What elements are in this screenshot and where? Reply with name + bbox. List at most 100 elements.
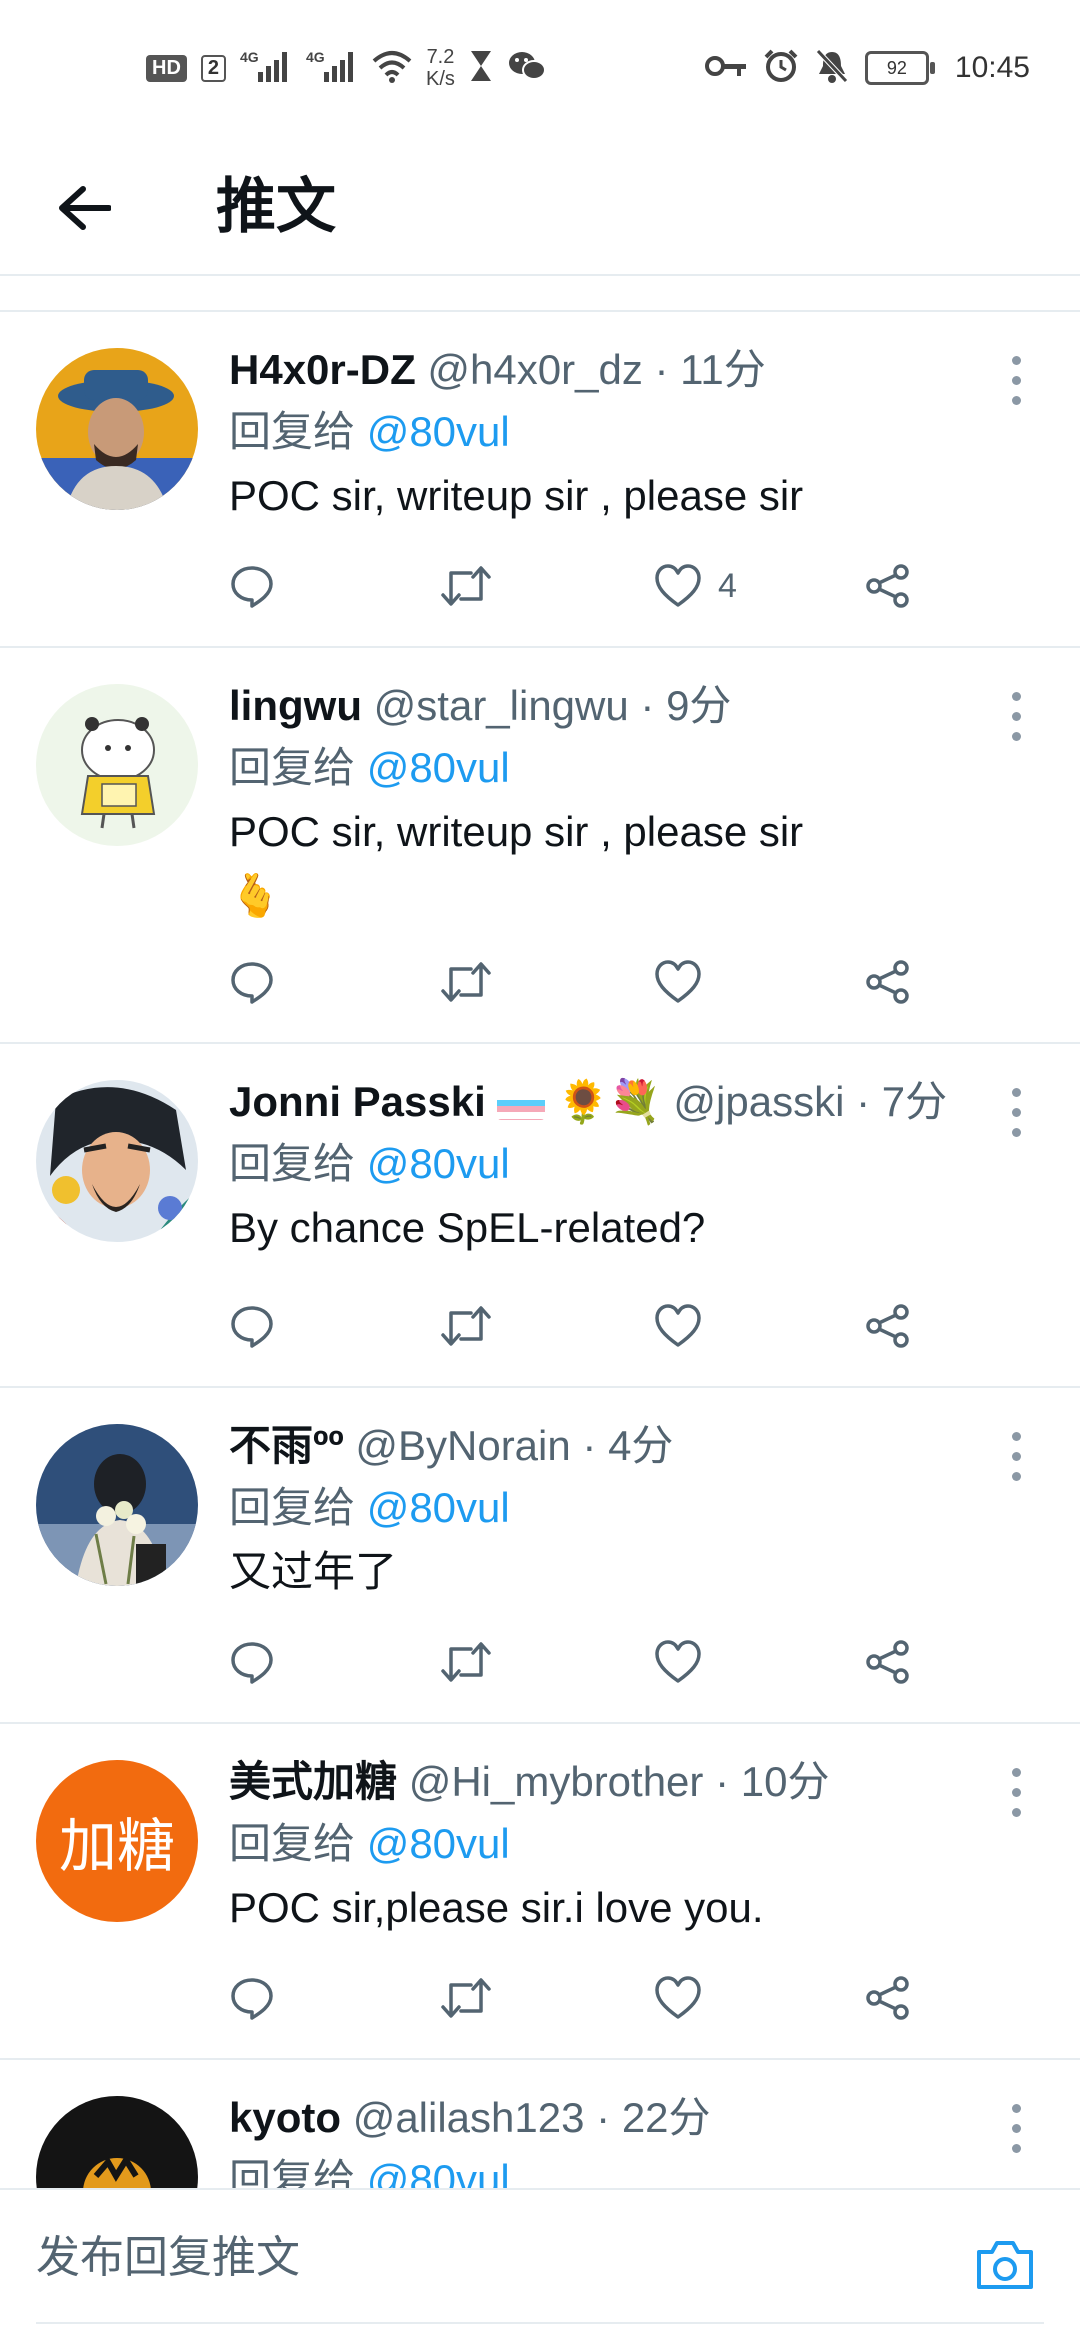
reply-button[interactable] xyxy=(229,556,275,616)
more-options-button[interactable] xyxy=(996,2098,1036,2158)
handle[interactable]: @jpasski xyxy=(673,1078,844,1125)
avatar[interactable] xyxy=(36,348,198,510)
dot-icon xyxy=(1011,1127,1021,1137)
retweet-button[interactable] xyxy=(439,556,493,616)
share-button[interactable] xyxy=(865,1296,911,1356)
like-button[interactable] xyxy=(654,1632,702,1692)
comment-icon xyxy=(231,1642,273,1684)
share-icon xyxy=(866,960,909,1004)
retweet-button[interactable] xyxy=(439,1632,493,1692)
action-bar xyxy=(229,1296,949,1356)
timestamp: 4分 xyxy=(608,1422,674,1469)
separator: · xyxy=(582,1422,597,1469)
share-button[interactable] xyxy=(865,952,911,1012)
reply-context: 回复给 @80vul xyxy=(229,2148,970,2188)
avatar-text: 加糖 xyxy=(58,1812,175,1880)
reply-context: 回复给 @80vul xyxy=(229,400,970,464)
tweet-body: Jonni Passki 🌻💐 @jpasski · 7分 回复给 @80vul… xyxy=(229,1072,970,1260)
handle[interactable]: @h4x0r_dz xyxy=(427,346,642,393)
avatar[interactable]: 加糖 xyxy=(36,1760,198,1922)
mention-link[interactable]: @80vul xyxy=(367,744,510,791)
tweet-text: By chance SpEL-related? xyxy=(229,1204,706,1251)
sim-badge: 2 xyxy=(200,54,227,82)
display-name[interactable]: lingwu xyxy=(229,682,362,729)
like-button[interactable] xyxy=(654,1296,702,1356)
separator: · xyxy=(640,682,655,729)
display-name[interactable]: kyoto xyxy=(229,2094,341,2141)
avatar[interactable] xyxy=(36,2096,198,2188)
hourglass-icon xyxy=(469,49,493,88)
action-bar xyxy=(229,1968,949,2028)
reply-tweet[interactable]: 不雨ºº @ByNorain · 4分 回复给 @80vul 又过年了 xyxy=(0,1388,1080,1724)
retweet-icon xyxy=(441,1978,491,2018)
retweet-button[interactable] xyxy=(439,1296,493,1356)
avatar[interactable] xyxy=(36,1424,198,1586)
reply-tweet[interactable]: H4x0r-DZ @h4x0r_dz · 11分 回复给 @80vul POC … xyxy=(0,312,1080,648)
more-options-button[interactable] xyxy=(996,1426,1036,1486)
dot-icon xyxy=(1011,2123,1021,2133)
name-line: kyoto @alilash123 · 22分 xyxy=(229,2088,970,2148)
reply-prefix: 回复给 xyxy=(229,2156,356,2188)
mention-link[interactable]: @80vul xyxy=(367,408,510,455)
wechat-icon xyxy=(507,49,547,88)
display-name[interactable]: 不雨ºº xyxy=(229,1422,344,1469)
reply-button[interactable] xyxy=(229,952,275,1012)
camera-icon xyxy=(977,2241,1033,2289)
reply-input[interactable]: 发布回复推文 xyxy=(36,2226,300,2290)
name-line: H4x0r-DZ @h4x0r_dz · 11分 xyxy=(229,340,970,400)
timestamp: 9分 xyxy=(666,682,732,729)
mention-link[interactable]: @80vul xyxy=(367,1140,510,1187)
reply-composer: 发布回复推文 xyxy=(0,2188,1080,2342)
reply-context: 回复给 @80vul xyxy=(229,1132,970,1196)
reply-list[interactable]: H4x0r-DZ @h4x0r_dz · 11分 回复给 @80vul POC … xyxy=(0,312,1080,2188)
reply-tweet[interactable]: kyoto @alilash123 · 22分 回复给 @80vul xyxy=(0,2060,1080,2188)
mention-link[interactable]: @80vul xyxy=(367,2156,510,2188)
reply-prefix: 回复给 xyxy=(229,1140,356,1187)
reply-prefix: 回复给 xyxy=(229,408,356,455)
display-name[interactable]: 美式加糖 xyxy=(229,1758,397,1805)
reply-tweet[interactable]: lingwu @star_lingwu · 9分 回复给 @80vul POC … xyxy=(0,648,1080,1044)
status-right: 92 10:45 xyxy=(704,40,1030,96)
reply-tweet[interactable]: 加糖 美式加糖 @Hi_mybrother · 10分 回复给 @80vul P… xyxy=(0,1724,1080,2060)
key-icon xyxy=(704,53,747,84)
more-options-button[interactable] xyxy=(996,1762,1036,1822)
reply-tweet[interactable]: Jonni Passki 🌻💐 @jpasski · 7分 回复给 @80vul… xyxy=(0,1044,1080,1388)
handle[interactable]: @alilash123 xyxy=(353,2094,585,2141)
like-button[interactable] xyxy=(654,1968,702,2028)
tweet-text-emoji: 🫰 xyxy=(229,871,282,920)
display-name[interactable]: H4x0r-DZ xyxy=(229,346,416,393)
like-button[interactable] xyxy=(654,952,702,1012)
more-options-button[interactable] xyxy=(996,1082,1036,1142)
share-icon xyxy=(866,564,909,608)
dot-icon xyxy=(1011,1431,1021,1441)
handle[interactable]: @ByNorain xyxy=(355,1422,570,1469)
dot-icon xyxy=(1011,1471,1021,1481)
heart-icon xyxy=(655,564,701,607)
camera-button[interactable] xyxy=(970,2230,1040,2300)
retweet-button[interactable] xyxy=(439,1968,493,2028)
alarm-icon xyxy=(763,48,799,89)
dot-icon xyxy=(1011,1107,1021,1117)
reply-button[interactable] xyxy=(229,1632,275,1692)
handle[interactable]: @Hi_mybrother xyxy=(409,1758,704,1805)
more-options-button[interactable] xyxy=(996,350,1036,410)
battery-indicator: 92 xyxy=(864,51,935,85)
mention-link[interactable]: @80vul xyxy=(367,1484,510,1531)
retweet-button[interactable] xyxy=(439,952,493,1012)
display-name[interactable]: Jonni Passki xyxy=(229,1078,486,1125)
more-options-button[interactable] xyxy=(996,686,1036,746)
avatar[interactable] xyxy=(36,684,198,846)
reply-prefix: 回复给 xyxy=(229,1820,356,1867)
reply-button[interactable] xyxy=(229,1296,275,1356)
share-button[interactable] xyxy=(865,556,911,616)
share-icon xyxy=(866,1976,909,2020)
mention-link[interactable]: @80vul xyxy=(367,1820,510,1867)
like-count: 4 xyxy=(718,566,737,605)
back-button[interactable] xyxy=(44,168,124,248)
like-button[interactable]: 4 xyxy=(654,556,737,616)
reply-button[interactable] xyxy=(229,1968,275,2028)
share-button[interactable] xyxy=(865,1632,911,1692)
share-button[interactable] xyxy=(865,1968,911,2028)
avatar[interactable] xyxy=(36,1080,198,1242)
handle[interactable]: @star_lingwu xyxy=(374,682,629,729)
